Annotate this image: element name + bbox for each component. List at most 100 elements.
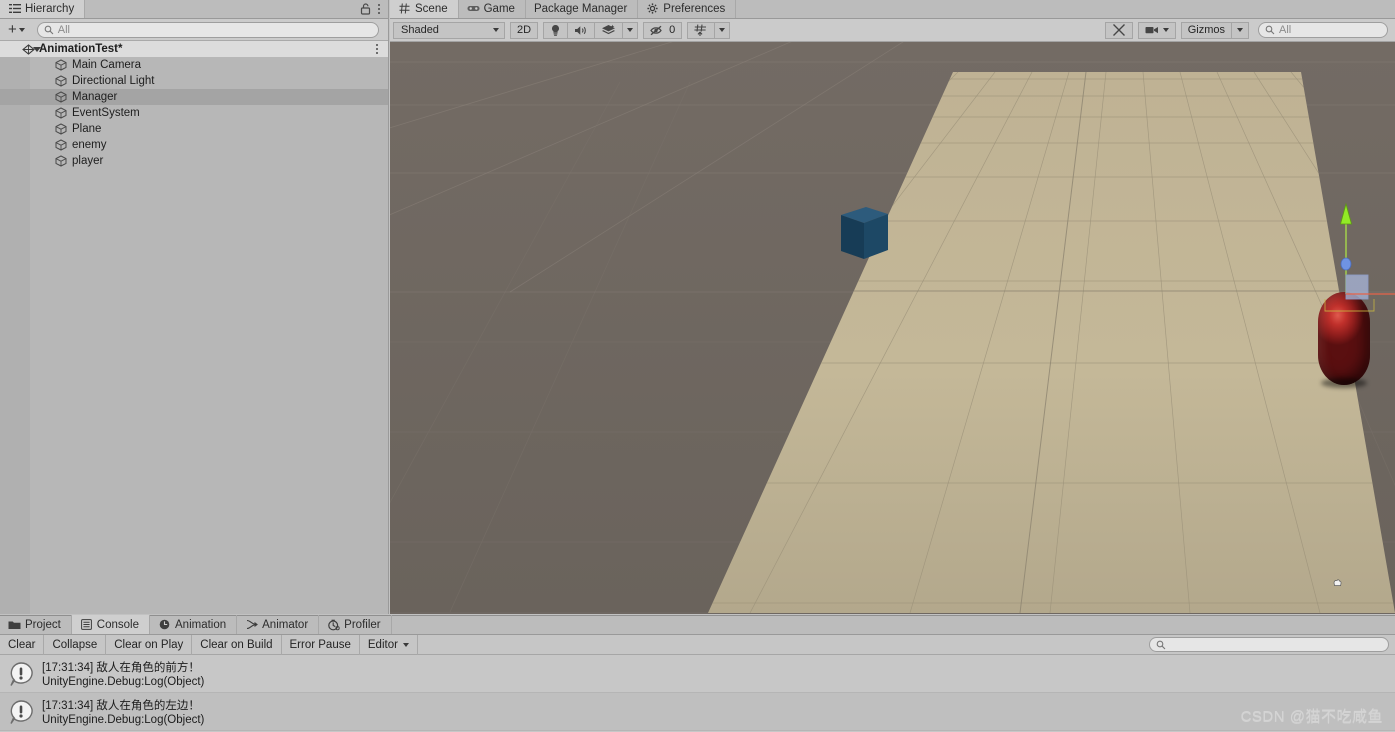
gamepad-icon — [467, 2, 480, 15]
unity-editor-window: Hierarchy + All AnimationTest* Main Came… — [0, 0, 1395, 732]
clear-on-build-button-label: Clear on Build — [200, 638, 273, 651]
tab-preferences[interactable]: Preferences — [638, 0, 737, 18]
hierarchy-item-plane[interactable]: Plane — [0, 121, 388, 137]
toggle-2d-button[interactable]: 2D — [510, 21, 539, 39]
speaker-icon — [574, 25, 588, 36]
hierarchy-item-label: EventSystem — [72, 107, 140, 119]
console-log-list[interactable]: [17:31:34] 敌人在角色的前方！ UnityEngine.Debug:L… — [0, 655, 1395, 732]
search-icon — [1265, 25, 1275, 35]
effects-dropdown-button[interactable] — [622, 21, 639, 39]
scene-object-capsule-player[interactable] — [1318, 292, 1370, 385]
effects-icon — [601, 24, 616, 36]
tab-project[interactable]: Project — [0, 615, 72, 634]
effects-toggle-button[interactable] — [594, 21, 624, 39]
scene-kebab-menu-icon[interactable] — [376, 44, 378, 54]
console-log-row[interactable]: [17:31:34] 敌人在角色的前方！ UnityEngine.Debug:L… — [0, 655, 1395, 693]
console-log-text: [17:31:34] 敌人在角色的前方！ UnityEngine.Debug:L… — [42, 659, 204, 688]
chevron-down-icon[interactable] — [33, 46, 41, 52]
view-options-group: 2D — [510, 21, 539, 39]
chevron-down-icon — [493, 28, 499, 32]
animator-icon — [245, 618, 258, 631]
plus-icon: + — [8, 20, 17, 38]
log-info-icon — [8, 661, 34, 687]
scene-object-cube-enemy[interactable] — [836, 202, 890, 264]
clear-button[interactable]: Clear — [0, 634, 45, 655]
tab-hierarchy[interactable]: Hierarchy — [0, 0, 86, 18]
hierarchy-list[interactable]: AnimationTest* Main Camera Directional L… — [0, 41, 388, 614]
console-log-stack: UnityEngine.Debug:Log(Object) — [42, 714, 205, 726]
hierarchy-item-directional-light[interactable]: Directional Light — [0, 73, 388, 89]
lighting-toggle-button[interactable] — [543, 21, 569, 39]
folder-icon — [8, 618, 21, 631]
hierarchy-item-label: Directional Light — [72, 75, 155, 87]
tab-package-manager[interactable]: Package Manager — [526, 0, 639, 18]
scene-camera-group — [1137, 21, 1176, 39]
clear-on-play-button[interactable]: Clear on Play — [106, 634, 193, 655]
gizmos-label: Gizmos — [1187, 24, 1225, 36]
audio-toggle-button[interactable] — [567, 21, 596, 39]
hierarchy-scene-row[interactable]: AnimationTest* — [0, 41, 388, 57]
hierarchy-item-label: Main Camera — [72, 59, 142, 71]
hierarchy-tabbar-controls — [360, 0, 388, 18]
gameobject-icon — [55, 75, 67, 87]
tab-animator[interactable]: Animator — [237, 615, 320, 634]
chevron-down-icon — [402, 642, 409, 647]
console-search-input[interactable] — [1149, 637, 1389, 652]
lock-open-icon[interactable] — [360, 2, 371, 15]
draw-mode-dropdown[interactable]: Shaded — [393, 21, 505, 39]
error-pause-button[interactable]: Error Pause — [282, 634, 360, 655]
console-log-text: [17:31:34] 敌人在角色的左边！ UnityEngine.Debug:L… — [42, 697, 204, 726]
tab-game[interactable]: Game — [459, 0, 526, 18]
gameobject-icon — [55, 139, 67, 151]
gizmos-dropdown-button[interactable] — [1231, 21, 1249, 39]
grid-icon — [398, 2, 411, 15]
chevron-down-icon — [719, 28, 726, 32]
scene-tools-button[interactable] — [1104, 21, 1133, 39]
gizmo-z-axis-handle — [1340, 257, 1352, 271]
scene-search-placeholder: All — [1279, 24, 1292, 36]
gizmo-selection-outline — [1324, 299, 1375, 312]
chevron-down-icon — [1162, 28, 1169, 32]
lightbulb-icon — [550, 24, 561, 37]
gizmos-button[interactable]: Gizmos — [1180, 21, 1232, 39]
scene-visibility-button[interactable]: 0 — [643, 21, 683, 39]
grid-visibility-button[interactable] — [687, 21, 716, 39]
two-d-label: 2D — [517, 24, 532, 36]
collapse-button-label: Collapse — [52, 638, 98, 651]
hierarchy-item-main-camera[interactable]: Main Camera — [0, 57, 388, 73]
hidden-objects-count: 0 — [669, 24, 676, 36]
hierarchy-item-player[interactable]: player — [0, 153, 388, 169]
add-object-button[interactable]: + — [4, 20, 29, 38]
grid-dropdown-button[interactable] — [714, 21, 731, 39]
error-pause-button-label: Error Pause — [289, 638, 351, 651]
clear-on-build-button[interactable]: Clear on Build — [192, 634, 282, 655]
editor-dropdown-button[interactable]: Editor — [360, 634, 418, 655]
tab-project-label: Project — [25, 618, 61, 631]
hierarchy-item-enemy[interactable]: enemy — [0, 137, 388, 153]
console-icon — [80, 618, 93, 631]
scene-camera-icon — [1145, 25, 1163, 35]
collapse-button[interactable]: Collapse — [44, 634, 107, 655]
hierarchy-item-eventsystem[interactable]: EventSystem — [0, 105, 388, 121]
console-toolbar: Clear Collapse Clear on Play Clear on Bu… — [0, 634, 1395, 655]
scene-camera-button[interactable] — [1137, 21, 1176, 39]
hierarchy-search-placeholder: All — [57, 23, 70, 36]
tab-console-label: Console — [96, 618, 139, 631]
hierarchy-item-manager[interactable]: Manager — [0, 89, 388, 105]
scene-search-input[interactable]: All — [1258, 22, 1388, 38]
tab-profiler[interactable]: Profiler — [319, 615, 392, 634]
log-info-icon — [8, 699, 34, 725]
tab-package-manager-label: Package Manager — [533, 2, 628, 15]
kebab-menu-icon[interactable] — [378, 3, 380, 14]
hierarchy-search-input[interactable]: All — [36, 21, 379, 38]
gameobject-icon — [55, 155, 67, 167]
hierarchy-item-label: enemy — [72, 139, 107, 151]
tab-game-label: Game — [483, 2, 515, 15]
scene-viewport[interactable] — [390, 42, 1395, 614]
transform-move-gizmo[interactable] — [1320, 172, 1395, 312]
scene-view-panel: Scene Game Package Manager Preferences S… — [390, 0, 1395, 614]
tab-scene[interactable]: Scene — [390, 0, 459, 18]
tab-animation[interactable]: Animation — [150, 615, 238, 634]
console-log-row[interactable]: [17:31:34] 敌人在角色的左边！ UnityEngine.Debug:L… — [0, 693, 1395, 731]
tab-console[interactable]: Console — [71, 615, 150, 634]
